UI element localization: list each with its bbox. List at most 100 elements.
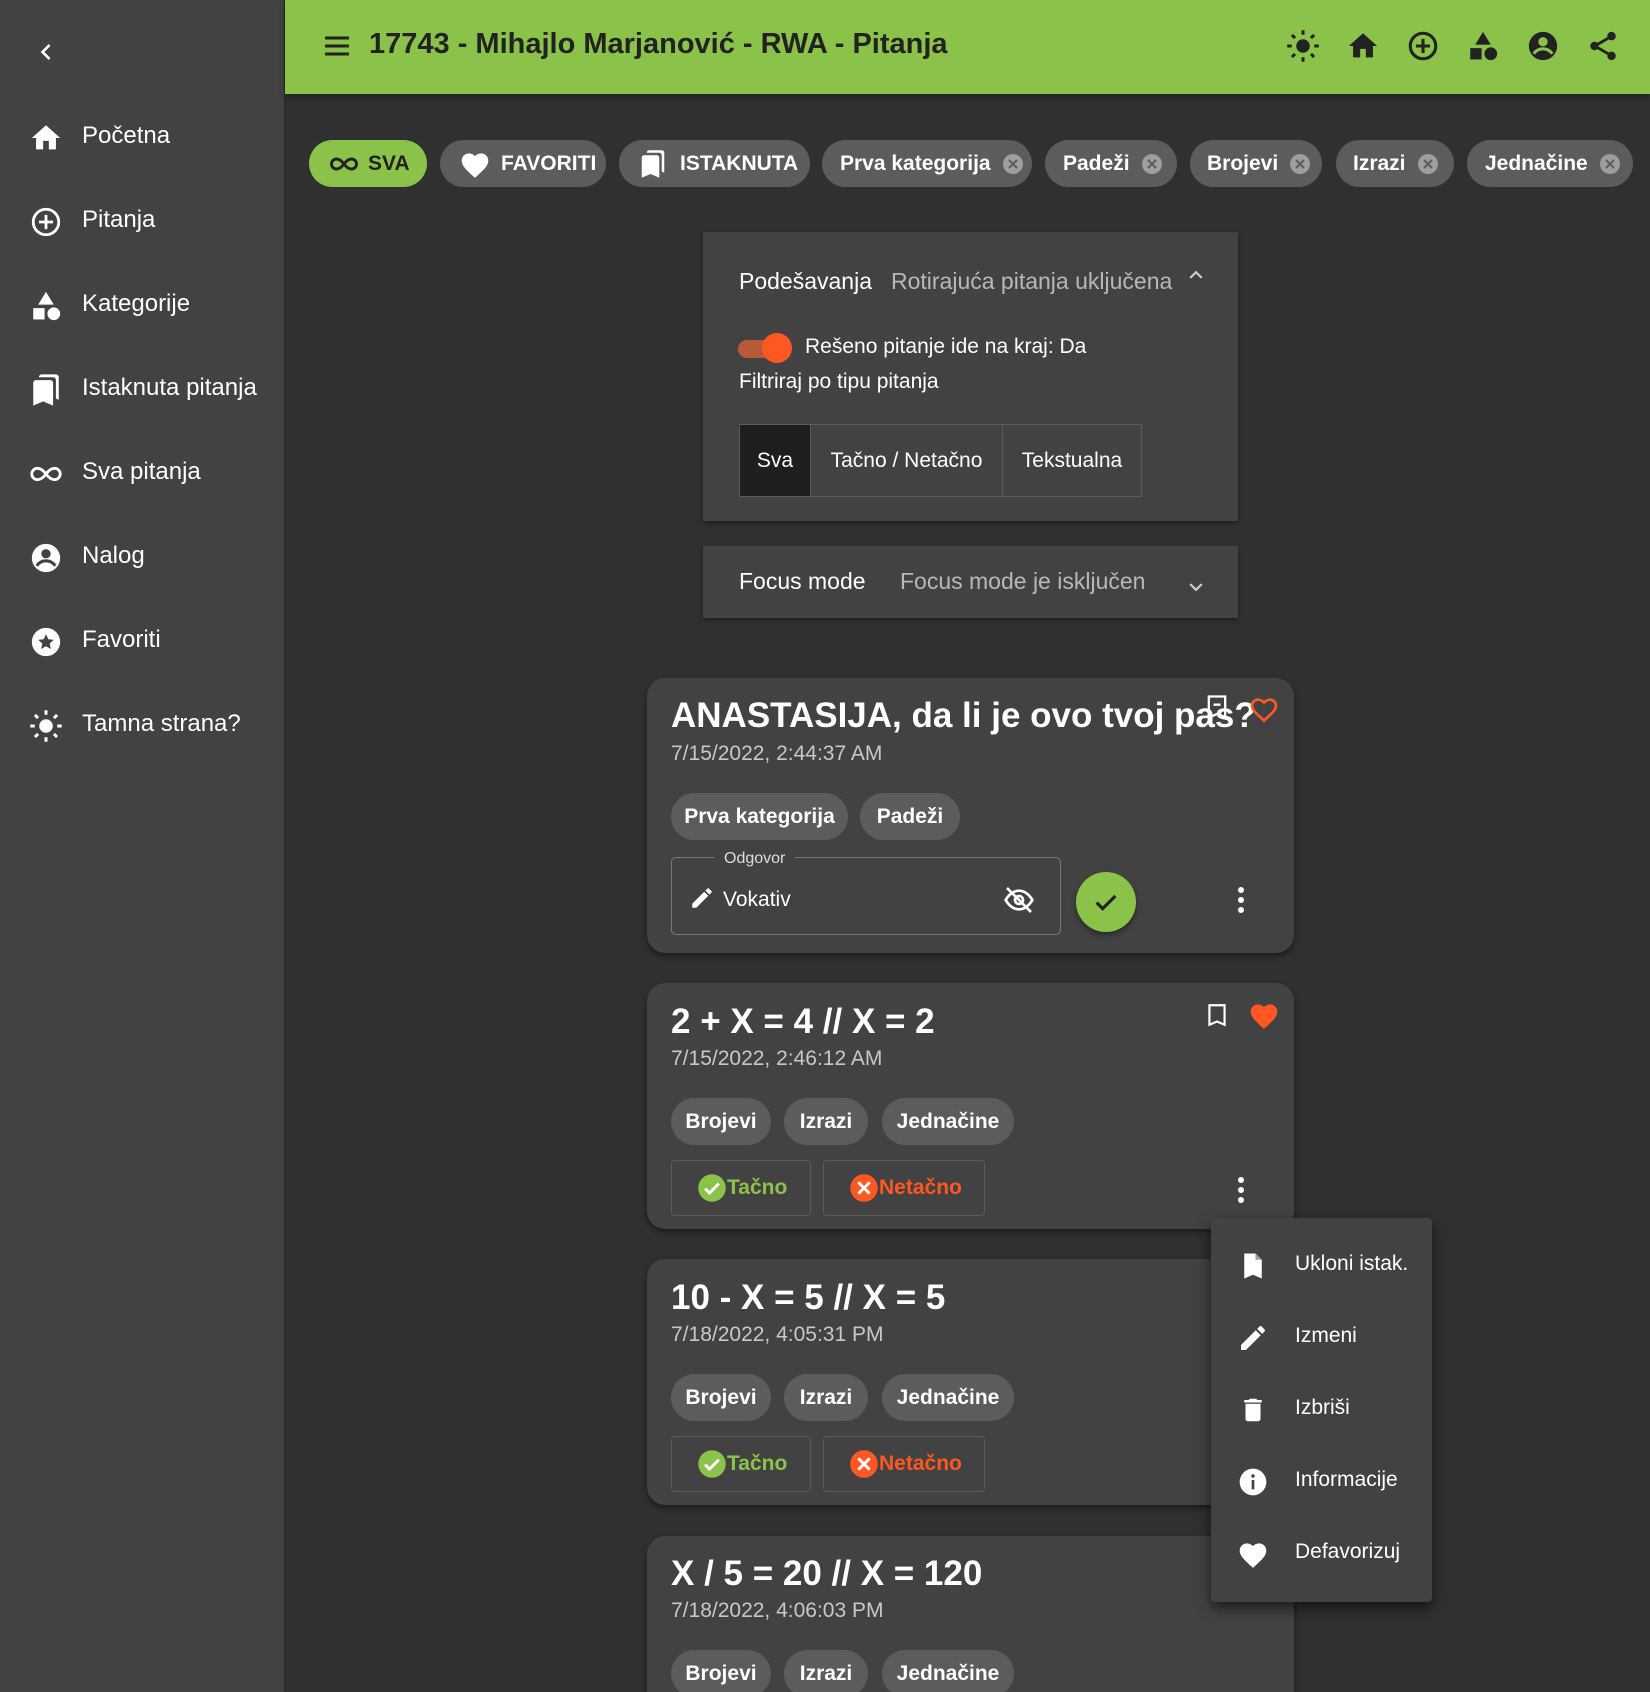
- filter-type-label: Filtriraj po tipu pitanja: [739, 370, 939, 393]
- question-tag[interactable]: Jednačine: [882, 1098, 1014, 1145]
- add-circle-icon[interactable]: [1403, 26, 1443, 66]
- question-tag[interactable]: Jednačine: [882, 1650, 1014, 1692]
- sidebar-item-istaknuta[interactable]: Istaknuta pitanja: [0, 358, 285, 418]
- menu-item-label: Defavorizuj: [1295, 1540, 1401, 1563]
- sun-icon[interactable]: [1283, 26, 1323, 66]
- filter-chip-padezi[interactable]: Padeži: [1045, 140, 1177, 187]
- false-button[interactable]: Netačno: [823, 1436, 985, 1492]
- close-icon[interactable]: [1417, 153, 1438, 174]
- question-date: 7/18/2022, 4:06:03 PM: [671, 1599, 884, 1622]
- false-label: Netačno: [879, 1176, 962, 1199]
- solved-last-toggle[interactable]: [738, 333, 794, 363]
- focus-title: Focus mode: [739, 568, 866, 594]
- close-icon[interactable]: [1290, 153, 1311, 174]
- menu-item-label: Izbriši: [1295, 1396, 1350, 1419]
- top-app-bar: 17743 - Mihajlo Marjanović - RWA - Pitan…: [285, 0, 1650, 94]
- question-tag[interactable]: Izrazi: [784, 1650, 868, 1692]
- question-date: 7/18/2022, 4:05:31 PM: [671, 1323, 884, 1346]
- sidebar-item-sva-pitanja[interactable]: Sva pitanja: [0, 442, 285, 502]
- info-icon: [1235, 1464, 1271, 1500]
- close-icon[interactable]: [1002, 153, 1023, 174]
- add-circle-icon: [28, 204, 64, 240]
- sidebar-item-label: Nalog: [82, 542, 145, 569]
- home-icon[interactable]: [1343, 26, 1383, 66]
- close-icon[interactable]: [1141, 153, 1162, 174]
- menu-item-izmeni[interactable]: Izmeni: [1211, 1302, 1432, 1374]
- chip-label: FAVORITI: [501, 151, 597, 175]
- settings-title[interactable]: Podešavanja: [739, 268, 872, 295]
- bookmark-remove-icon[interactable]: [1200, 690, 1234, 724]
- question-title: ANASTASIJA, da li je ovo tvoj pas?: [671, 696, 1256, 735]
- star-circle-icon: [28, 624, 64, 660]
- question-tag[interactable]: Brojevi: [671, 1650, 771, 1692]
- true-button[interactable]: Tačno: [671, 1160, 811, 1216]
- heart-icon[interactable]: [1246, 998, 1282, 1032]
- question-tag[interactable]: Izrazi: [784, 1098, 868, 1145]
- heart-icon: [1235, 1536, 1271, 1572]
- question-tag[interactable]: Jednačine: [882, 1374, 1014, 1421]
- heart-outline-icon[interactable]: [1246, 692, 1282, 726]
- sidebar-item-label: Pitanja: [82, 206, 156, 233]
- filter-chip-jednacine[interactable]: Jednačine: [1467, 140, 1633, 187]
- check-circle-icon: [697, 1173, 727, 1203]
- bookmark-remove-icon: [1235, 1248, 1271, 1284]
- filter-chip-izrazi[interactable]: Izrazi: [1336, 140, 1454, 187]
- account-icon[interactable]: [1523, 26, 1563, 66]
- sidebar-item-pocetna[interactable]: Početna: [0, 106, 285, 166]
- menu-item-ukloni-istak[interactable]: Ukloni istak.: [1211, 1230, 1432, 1302]
- bookmark-outline-icon[interactable]: [1200, 998, 1234, 1032]
- chip-label: Padeži: [1063, 151, 1130, 175]
- chevron-up-icon[interactable]: [1181, 260, 1211, 290]
- question-tag[interactable]: Prva kategorija: [671, 793, 848, 840]
- category-icon[interactable]: [1463, 26, 1503, 66]
- sidebar-item-nalog[interactable]: Nalog: [0, 526, 285, 586]
- false-button[interactable]: Netačno: [823, 1160, 985, 1216]
- submit-answer-button[interactable]: [1076, 872, 1136, 932]
- home-icon: [28, 120, 64, 156]
- question-tag[interactable]: Izrazi: [784, 1374, 868, 1421]
- filter-chip-sva[interactable]: SVA: [309, 140, 427, 187]
- question-date: 7/15/2022, 2:46:12 AM: [671, 1047, 883, 1070]
- filter-chip-istaknuta[interactable]: ISTAKNUTA: [619, 140, 810, 187]
- answer-input[interactable]: Vokativ: [723, 888, 791, 912]
- sidebar-item-label: Početna: [82, 122, 171, 149]
- sun-icon: [28, 708, 64, 744]
- share-icon[interactable]: [1583, 26, 1623, 66]
- sidebar-item-kategorije[interactable]: Kategorije: [0, 274, 285, 334]
- trash-icon: [1235, 1392, 1271, 1428]
- true-button[interactable]: Tačno: [671, 1436, 811, 1492]
- question-tag[interactable]: Padeži: [860, 793, 960, 840]
- filter-chip-prva-kategorija[interactable]: Prva kategorija: [822, 140, 1032, 187]
- close-icon[interactable]: [1599, 153, 1620, 174]
- menu-item-informacije[interactable]: Informacije: [1211, 1446, 1432, 1518]
- question-tag[interactable]: Brojevi: [671, 1374, 771, 1421]
- menu-item-defavorizuj[interactable]: Defavorizuj: [1211, 1518, 1432, 1590]
- sidebar-item-label: Sva pitanja: [82, 458, 201, 485]
- pencil-icon: [688, 884, 716, 912]
- segment-sva[interactable]: Sva: [739, 424, 811, 497]
- menu-item-izbrisi[interactable]: Izbriši: [1211, 1374, 1432, 1446]
- true-label: Tačno: [727, 1176, 788, 1199]
- question-title: 2 + X = 4 // X = 2: [671, 1002, 935, 1041]
- chevron-left-icon[interactable]: [30, 36, 62, 68]
- menu-icon[interactable]: [321, 30, 353, 62]
- question-date: 7/15/2022, 2:44:37 AM: [671, 742, 883, 765]
- infinity-icon: [28, 456, 64, 492]
- focus-summary: Focus mode je isključen: [900, 568, 1146, 594]
- chip-label: Izrazi: [1353, 151, 1406, 175]
- segment-tacno-netacno[interactable]: Tačno / Netačno: [810, 424, 1003, 497]
- chip-label: Prva kategorija: [840, 151, 991, 175]
- sidebar-item-favoriti[interactable]: Favoriti: [0, 610, 285, 670]
- sidebar-item-label: Favoriti: [82, 626, 161, 653]
- eye-off-icon[interactable]: [1002, 883, 1036, 917]
- segment-tekstualna[interactable]: Tekstualna: [1002, 424, 1142, 497]
- sidebar-item-pitanja[interactable]: Pitanja: [0, 190, 285, 250]
- more-vert-icon[interactable]: [1226, 1173, 1256, 1207]
- more-vert-icon[interactable]: [1226, 883, 1256, 917]
- sidebar-item-tamna-strana[interactable]: Tamna strana?: [0, 694, 285, 754]
- filter-chip-brojevi[interactable]: Brojevi: [1190, 140, 1322, 187]
- chevron-down-icon[interactable]: [1181, 572, 1211, 602]
- filter-chip-favoriti[interactable]: FAVORITI: [440, 140, 606, 187]
- sidebar-item-label: Kategorije: [82, 290, 191, 317]
- question-tag[interactable]: Brojevi: [671, 1098, 771, 1145]
